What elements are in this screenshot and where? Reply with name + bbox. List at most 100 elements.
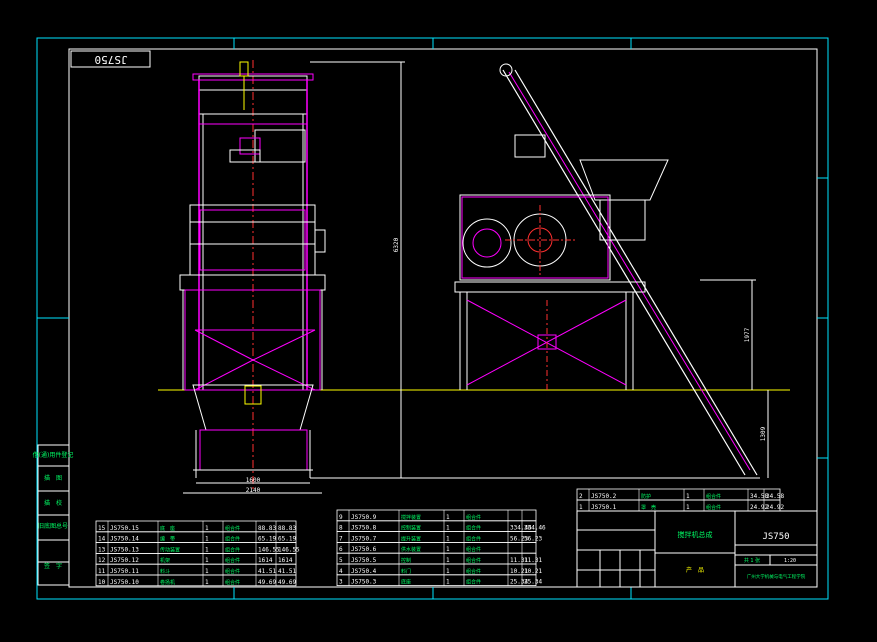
bom-left-cell-code: JS750.10 (110, 579, 139, 586)
bom-left-cell-w2: 65.19 (278, 536, 296, 543)
bom-left-cell-w1: 1614 (258, 557, 273, 564)
bom-middle-cell-mat: 组合件 (466, 525, 481, 532)
bom-left-cell-qty: 1 (205, 546, 209, 553)
bom-left-cell-w1: 88.83 (258, 525, 276, 532)
bom-middle-cell-name: 底座 (401, 579, 411, 586)
bom-left-cell-mat: 组合件 (225, 536, 240, 543)
bom-left-cell-qty: 1 (205, 536, 209, 543)
dim-right-upper: 1977 (744, 327, 751, 342)
bom-middle-cell-name: 搅拌装置 (401, 514, 421, 521)
bom-left-cell-code: JS750.12 (110, 557, 139, 564)
bom-middle-cell-code: JS750.9 (351, 514, 377, 521)
left-label-0: 借(通)用件登记 (33, 451, 74, 459)
bom-middle-cell-code: JS750.5 (351, 557, 377, 564)
bom-left-cell-qty: 1 (205, 525, 209, 532)
bom-middle-cell-name: 料门 (401, 568, 411, 575)
bom-left-cell-w1: 146.55 (258, 546, 280, 553)
bom-middle-cell-no: 4 (339, 568, 343, 575)
bom-left-cell-name: 编 带 (160, 536, 175, 543)
left-label-2: 描 校 (44, 499, 62, 507)
bom-left-cell-name: 卷扬机 (160, 579, 175, 586)
bom-left-cell-no: 15 (98, 525, 106, 532)
bom-middle-cell-w2: 56.23 (524, 535, 542, 542)
name-box-text: JS750 (94, 53, 127, 66)
bom-middle-cell-no: 3 (339, 579, 343, 586)
bom-middle-cell-qty: 1 (446, 579, 450, 586)
left-label-3: 旧底图总号 (38, 522, 68, 530)
bom-middle-cell-code: JS750.4 (351, 568, 377, 575)
bom-middle-cell-name: 供水装置 (401, 546, 421, 553)
bom-left-cell-w2: 49.69 (278, 579, 296, 586)
bom-right-cell-qty: 1 (686, 504, 690, 511)
bom-middle-cell-name: 提升装置 (401, 535, 421, 542)
bom-right-cell-no: 2 (579, 493, 583, 500)
bom-left-cell-w2: 146.55 (278, 546, 300, 553)
bom-middle-cell-mat: 组合件 (466, 579, 481, 586)
bom-right-cell-no: 1 (579, 504, 583, 511)
bom-right-cell-mat: 组合件 (706, 493, 721, 500)
bom-middle-cell-w2: 25.34 (524, 579, 542, 586)
bom-left-cell-w2: 1614 (278, 557, 293, 564)
bom-left-cell-mat: 组合件 (225, 546, 240, 553)
bom-middle-cell-no: 6 (339, 546, 343, 553)
dim-height-total: 6320 (393, 237, 400, 252)
bom-middle-cell-mat: 组合件 (466, 557, 481, 564)
bom-middle-cell-no: 9 (339, 514, 343, 521)
bom-middle-cell-qty: 1 (446, 535, 450, 542)
bom-left-cell-qty: 1 (205, 568, 209, 575)
bom-middle-cell-w2: 11.31 (524, 557, 542, 564)
bom-left-cell-qty: 1 (205, 579, 209, 586)
bom-middle-cell-code: JS750.6 (351, 546, 377, 553)
bom-left-cell-code: JS750.13 (110, 546, 139, 553)
bom-right-cell-code: JS750.1 (591, 504, 617, 511)
bom-left-cell-w1: 49.69 (258, 579, 276, 586)
bom-right-cell-name: 防护 (641, 493, 651, 500)
bom-left-cell-name: 传动装置 (160, 546, 180, 553)
bom-left-cell-name: 底 座 (160, 525, 175, 532)
bom-middle-cell-mat: 组合件 (466, 568, 481, 575)
bom-left-cell-no: 11 (98, 568, 106, 575)
bom-left-cell-w1: 65.19 (258, 536, 276, 543)
bom-middle-cell-no: 7 (339, 535, 343, 542)
bom-left-cell-w1: 41.51 (258, 568, 276, 575)
bom-middle-cell-qty: 1 (446, 568, 450, 575)
bom-middle-cell-no: 5 (339, 557, 343, 564)
bom-middle-cell-qty: 1 (446, 546, 450, 553)
bom-left-cell-mat: 组合件 (225, 579, 240, 586)
bom-middle-cell-w2: 10.21 (524, 568, 542, 575)
dim-right-lower: 1309 (760, 426, 767, 441)
title-sheets: 共 1 张 (744, 557, 760, 564)
left-label-4: 签 字 (44, 562, 62, 570)
title-company: 广州大学机械与电气工程学院 (747, 573, 806, 580)
bom-middle-cell-no: 8 (339, 525, 343, 532)
bom-middle-cell-code: JS750.8 (351, 525, 377, 532)
bom-middle-cell-name: 控制 (401, 557, 411, 564)
bom-left-cell-qty: 1 (205, 557, 209, 564)
bom-right-cell-code: JS750.2 (591, 493, 617, 500)
dim-width-outer: 2140 (246, 487, 261, 494)
bom-middle-cell-name: 控制装置 (401, 525, 421, 532)
bom-right-cell-mat: 组合件 (706, 504, 721, 511)
bom-left-cell-code: JS750.15 (110, 525, 139, 532)
bom-left-cell-no: 12 (98, 557, 106, 564)
bom-left-cell-w2: 88.83 (278, 525, 296, 532)
bom-left-cell-no: 13 (98, 546, 106, 553)
bom-right-cell-w2: 34.58 (766, 493, 784, 500)
bom-left-cell-mat: 组合件 (225, 557, 240, 564)
title-drawing-no: JS750 (762, 532, 789, 542)
bom-left-cell-mat: 组合件 (225, 525, 240, 532)
bom-middle-cell-mat: 组合件 (466, 546, 481, 553)
bom-right-cell-qty: 1 (686, 493, 690, 500)
bom-middle-cell-qty: 1 (446, 514, 450, 521)
bom-left-cell-w2: 41.51 (278, 568, 296, 575)
bom-left-cell-mat: 组合件 (225, 568, 240, 575)
bom-middle-cell-mat: 组合件 (466, 514, 481, 521)
bom-middle-cell-w2: 334.46 (524, 525, 546, 532)
cad-drawing-canvas: JS750 借(通)用件登记 描 图 描 校 旧底图总号 签 字 1600 21… (0, 0, 877, 642)
bom-left-cell-no: 14 (98, 536, 106, 543)
title-scale: 1:20 (784, 558, 796, 564)
bom-left-cell-code: JS750.11 (110, 568, 139, 575)
title-dept: 产 品 (686, 566, 704, 574)
bom-right-cell-name: 罩 壳 (641, 504, 656, 511)
bom-middle-cell-mat: 组合件 (466, 535, 481, 542)
